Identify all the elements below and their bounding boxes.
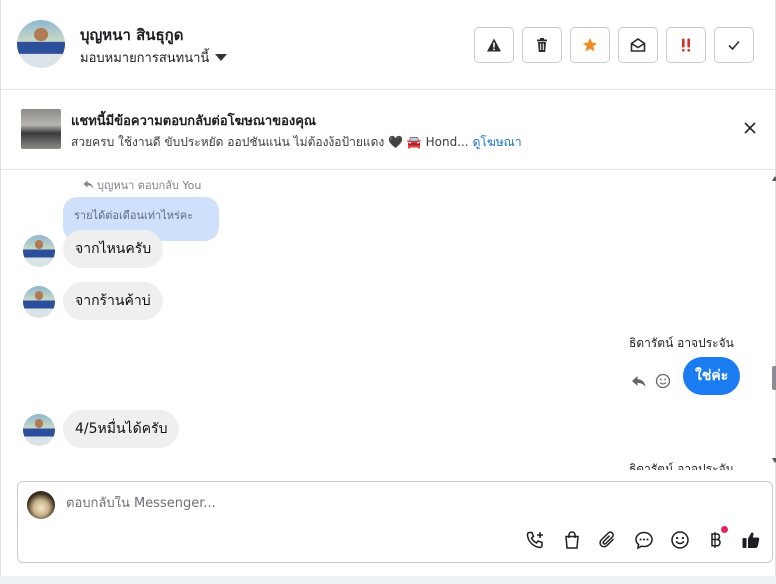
incoming-message[interactable]: 4/5หมื่นได้ครับ	[63, 410, 180, 448]
double-exclamation-icon	[682, 38, 690, 52]
sender-avatar[interactable]	[23, 414, 55, 446]
follow-up-button[interactable]	[666, 27, 706, 63]
assign-conversation-dropdown[interactable]: มอบหมายการสนทนานี้	[80, 47, 228, 68]
message-composer	[17, 481, 773, 563]
report-spam-button[interactable]	[474, 27, 514, 63]
close-banner-button[interactable]	[739, 117, 761, 139]
contact-name[interactable]: บุญหนา สินธุกูด	[80, 23, 183, 47]
delete-button[interactable]	[522, 27, 562, 63]
outgoing-sender-name-partial: ธิดารัตน์ อาจประจัน	[629, 462, 734, 470]
incoming-message[interactable]: จากร้านค้าบ่	[63, 282, 163, 320]
mark-unread-button[interactable]	[618, 27, 658, 63]
reply-hint: บุญหนา ตอบกลับ You	[83, 176, 201, 194]
envelope-open-icon	[630, 38, 646, 52]
message-thread[interactable]: บุญหนา ตอบกลับ You รายได้ต่อเดือนเท่าไหร…	[1, 170, 771, 470]
emoji-button[interactable]	[669, 529, 691, 551]
star-icon	[583, 38, 597, 52]
shopping-bag-icon	[565, 531, 579, 549]
sender-avatar[interactable]	[23, 235, 55, 267]
view-ad-link[interactable]: ดูโฆษณา	[473, 135, 522, 149]
outgoing-message[interactable]: ใช่ค่ะ	[683, 357, 741, 395]
shop-button[interactable]	[561, 529, 583, 551]
reply-icon[interactable]	[631, 373, 647, 389]
add-call-button[interactable]	[524, 529, 546, 551]
react-emoji-icon[interactable]	[655, 373, 671, 389]
conversation-panel: บุญหนา สินธุกูด มอบหมายการสนทนานี้ แชทนี…	[0, 0, 776, 576]
reply-input[interactable]	[66, 496, 746, 511]
notification-dot	[721, 526, 728, 533]
caret-down-icon	[215, 54, 228, 61]
chat-bubble-icon	[635, 531, 653, 550]
ad-banner-title: แชทนี้มีข้อความตอบกลับต่อโฆษณาของคุณ	[71, 114, 316, 129]
scrollbar-thumb[interactable]	[772, 366, 776, 390]
emoji-icon	[671, 531, 689, 549]
attach-button[interactable]	[597, 529, 619, 551]
page-avatar	[27, 491, 55, 519]
scroll-down-arrow[interactable]	[772, 458, 776, 463]
ad-banner-description: สวยครบ ใช้งานดี ขับประหยัด ออปชันแน่น ไม…	[71, 133, 522, 152]
send-like-button[interactable]	[740, 529, 762, 551]
baht-icon	[711, 532, 721, 548]
ad-description-text: สวยครบ ใช้งานดี ขับประหยัด ออปชันแน่น ไม…	[71, 135, 469, 149]
contact-avatar[interactable]	[17, 20, 65, 68]
scroll-up-arrow[interactable]	[772, 176, 776, 181]
check-icon	[728, 40, 740, 51]
warning-icon	[487, 38, 501, 52]
ad-reply-banner: แชทนี้มีข้อความตอบกลับต่อโฆษณาของคุณ สวย…	[1, 90, 776, 170]
thumbs-up-icon	[742, 532, 760, 548]
sender-avatar[interactable]	[23, 286, 55, 318]
conversation-header: บุญหนา สินธุกูด มอบหมายการสนทนานี้	[1, 0, 776, 90]
incoming-message[interactable]: จากไหนครับ	[63, 230, 164, 268]
paperclip-icon	[599, 531, 615, 548]
call-plus-icon	[526, 531, 543, 549]
assign-label: มอบหมายการสนทนานี้	[80, 51, 210, 66]
outgoing-sender-name: ธิดารัตน์ อาจประจัน	[629, 336, 734, 350]
mark-done-button[interactable]	[714, 27, 754, 63]
trash-icon	[537, 38, 547, 52]
star-button[interactable]	[570, 27, 610, 63]
close-icon	[744, 122, 756, 134]
reply-arrow-icon	[83, 180, 94, 189]
reply-hint-text: บุญหนา ตอบกลับ You	[97, 179, 202, 192]
saved-replies-button[interactable]	[633, 529, 655, 551]
ad-thumbnail[interactable]	[21, 109, 61, 149]
